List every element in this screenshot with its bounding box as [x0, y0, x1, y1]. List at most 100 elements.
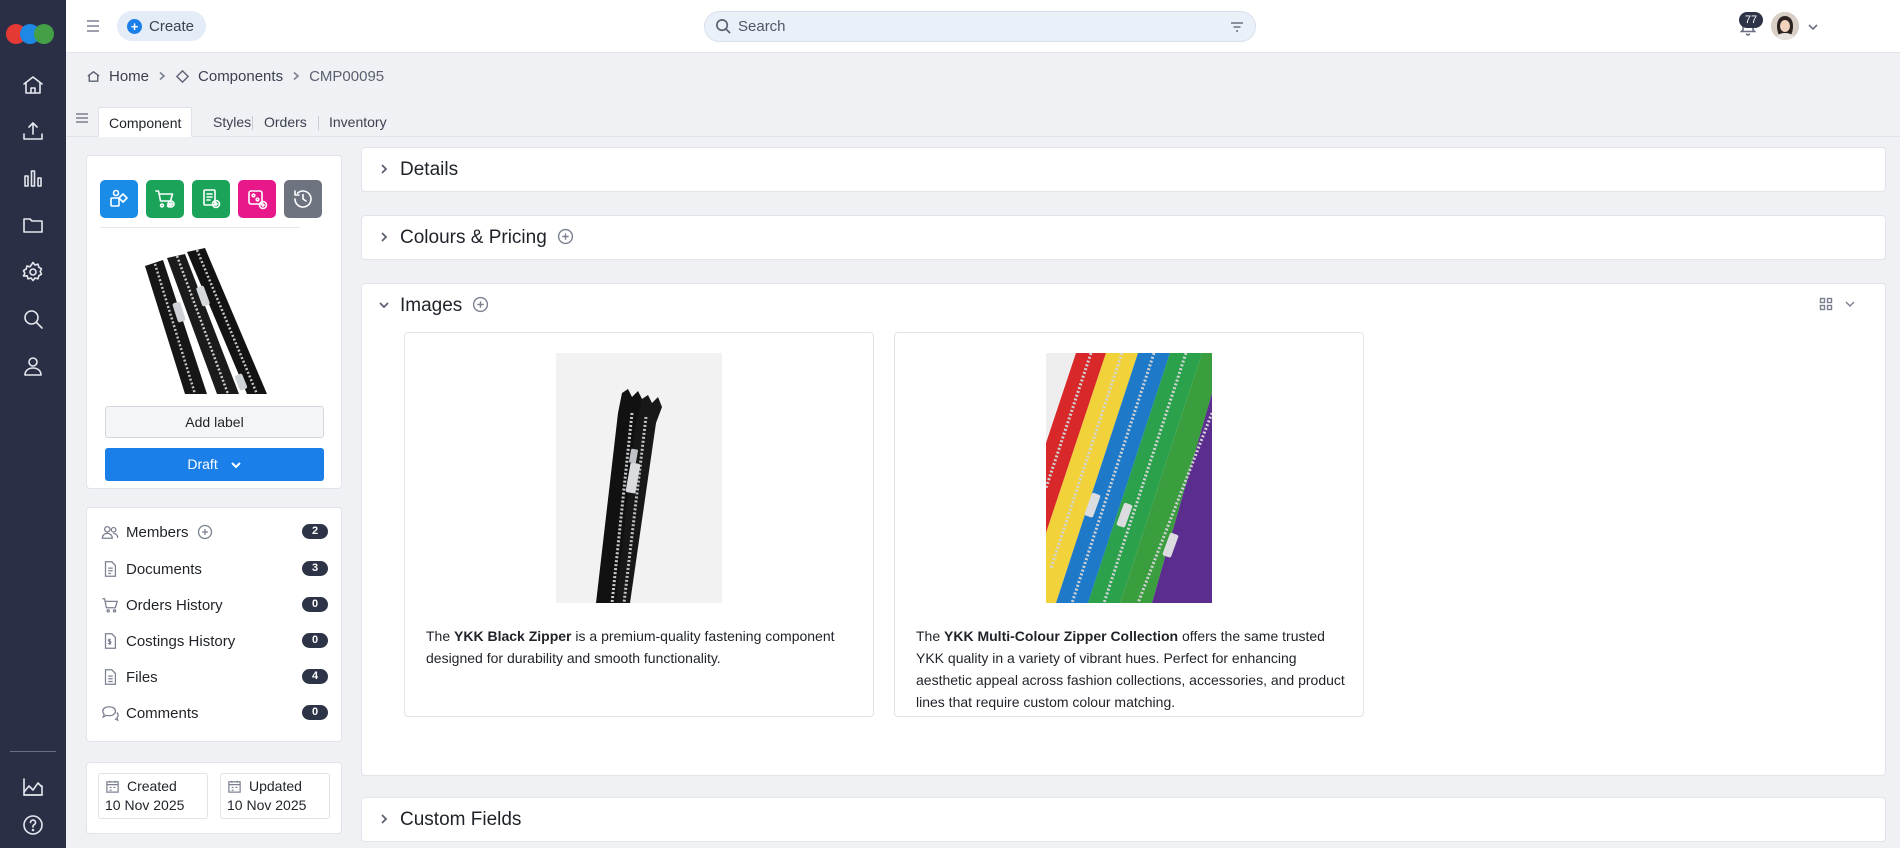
members-icon	[100, 522, 120, 542]
add-colour-icon[interactable]	[557, 228, 574, 249]
caption-text: The	[426, 628, 455, 644]
comments-icon	[100, 703, 120, 723]
document-icon	[100, 559, 120, 579]
user-icon[interactable]	[19, 352, 47, 380]
chevron-down-icon	[230, 462, 241, 469]
files-count-badge: 4	[302, 669, 328, 684]
details-section-header[interactable]: Details	[378, 148, 458, 192]
meta-files[interactable]: Files 4	[100, 666, 328, 688]
divider	[100, 227, 300, 228]
add-image-icon[interactable]	[472, 296, 489, 317]
updated-date: Updated 10 Nov 2025	[220, 773, 330, 819]
component-thumbnail[interactable]	[125, 246, 275, 394]
search-bar[interactable]	[704, 11, 1256, 42]
members-count-badge: 2	[302, 524, 328, 539]
black-zipper-image[interactable]	[556, 353, 722, 603]
filter-icon[interactable]	[1229, 19, 1245, 35]
tab-orders[interactable]: Orders	[254, 107, 317, 137]
colours-pricing-section-header[interactable]: Colours & Pricing	[378, 216, 574, 260]
search-nav-icon[interactable]	[19, 305, 47, 333]
add-label-button[interactable]: Add label	[105, 406, 324, 438]
status-label: Draft	[187, 456, 218, 472]
documents-label: Documents	[126, 560, 202, 578]
updated-value: 10 Nov 2025	[227, 797, 307, 813]
cart-icon	[100, 595, 120, 615]
user-avatar[interactable]	[1771, 12, 1799, 40]
comments-label: Comments	[126, 704, 199, 722]
dates-card: Created 10 Nov 2025 Updated 10 Nov 2025	[86, 762, 342, 834]
custom-fields-section: Custom Fields	[361, 797, 1886, 842]
grid-view-icon	[1819, 297, 1833, 311]
meta-comments[interactable]: Comments 0	[100, 702, 328, 724]
meta-documents[interactable]: Documents 3	[100, 558, 328, 580]
breadcrumb-components[interactable]: Components	[198, 68, 283, 85]
status-dropdown-button[interactable]: Draft	[105, 448, 324, 481]
tab-separator	[252, 116, 253, 130]
breadcrumb-current: CMP00095	[309, 67, 385, 85]
app-logo[interactable]	[6, 24, 60, 44]
account-chevron-icon[interactable]	[1807, 20, 1819, 32]
image-caption: The YKK Black Zipper is a premium-qualit…	[426, 625, 856, 669]
members-label: Members	[126, 523, 189, 541]
reports-icon[interactable]	[19, 773, 47, 801]
created-label: Created	[127, 778, 177, 794]
help-icon[interactable]	[19, 811, 47, 839]
colours-pricing-title: Colours & Pricing	[400, 227, 547, 248]
costing-doc-icon	[100, 631, 120, 651]
files-label: Files	[126, 668, 158, 686]
calendar-icon	[106, 780, 119, 793]
images-section: Images The YKK Black Zipper is a premium…	[361, 283, 1886, 776]
view-mode-toggle[interactable]	[1819, 297, 1857, 311]
orders-history-label: Orders History	[126, 596, 223, 614]
file-icon	[100, 667, 120, 687]
created-value: 10 Nov 2025	[105, 797, 185, 813]
settings-icon[interactable]	[19, 258, 47, 286]
create-button[interactable]: + Create	[117, 11, 207, 41]
breadcrumb-home[interactable]: Home	[109, 68, 149, 85]
components-icon[interactable]	[100, 180, 138, 218]
colours-pricing-section: Colours & Pricing	[361, 215, 1886, 260]
meta-orders-history[interactable]: Orders History 0	[100, 594, 328, 616]
meta-costings-history[interactable]: Costings History 0	[100, 630, 328, 652]
caption-product-name: YKK Multi-Colour Zipper Collection	[944, 628, 1179, 644]
details-section: Details	[361, 147, 1886, 192]
create-label: Create	[149, 17, 195, 35]
history-icon[interactable]	[284, 180, 322, 218]
meta-members[interactable]: Members 2	[100, 521, 328, 543]
costings-count-badge: 0	[302, 633, 328, 648]
colour-icon[interactable]	[238, 180, 276, 218]
comments-count-badge: 0	[302, 705, 328, 720]
tab-component[interactable]: Component	[98, 107, 193, 137]
tab-bar: Component Styles Orders Inventory	[66, 97, 1900, 137]
search-icon	[716, 19, 731, 34]
chevron-right-icon	[378, 230, 390, 247]
home-breadcrumb-icon	[87, 70, 100, 82]
costings-history-label: Costings History	[126, 632, 236, 650]
custom-fields-section-header[interactable]: Custom Fields	[378, 798, 521, 842]
add-to-cart-icon[interactable]	[146, 180, 184, 218]
images-title: Images	[400, 295, 463, 316]
menu-toggle-icon[interactable]	[84, 17, 102, 35]
analytics-icon[interactable]	[19, 164, 47, 192]
component-meta-card: Members 2 Documents 3 Orders History 0 C…	[86, 507, 342, 742]
costing-icon[interactable]	[192, 180, 230, 218]
calendar-icon	[228, 780, 241, 793]
upload-icon[interactable]	[19, 117, 47, 145]
image-card[interactable]: The YKK Multi-Colour Zipper Collection o…	[894, 332, 1364, 717]
tabs-menu-icon[interactable]	[75, 111, 89, 125]
chevron-right-icon	[291, 68, 301, 85]
created-date: Created 10 Nov 2025	[98, 773, 208, 819]
quick-actions	[100, 180, 322, 218]
multicolour-zipper-image[interactable]	[1046, 353, 1212, 603]
folder-icon[interactable]	[19, 211, 47, 239]
search-input[interactable]	[738, 18, 1218, 35]
images-section-header[interactable]: Images	[378, 284, 489, 328]
caption-text: The	[916, 628, 945, 644]
updated-label: Updated	[249, 778, 302, 794]
tab-inventory[interactable]: Inventory	[319, 107, 397, 137]
add-member-icon[interactable]	[197, 524, 213, 540]
chevron-right-icon	[378, 812, 390, 829]
image-card[interactable]: The YKK Black Zipper is a premium-qualit…	[404, 332, 874, 717]
chevron-right-icon	[157, 68, 167, 85]
home-icon[interactable]	[19, 71, 47, 99]
